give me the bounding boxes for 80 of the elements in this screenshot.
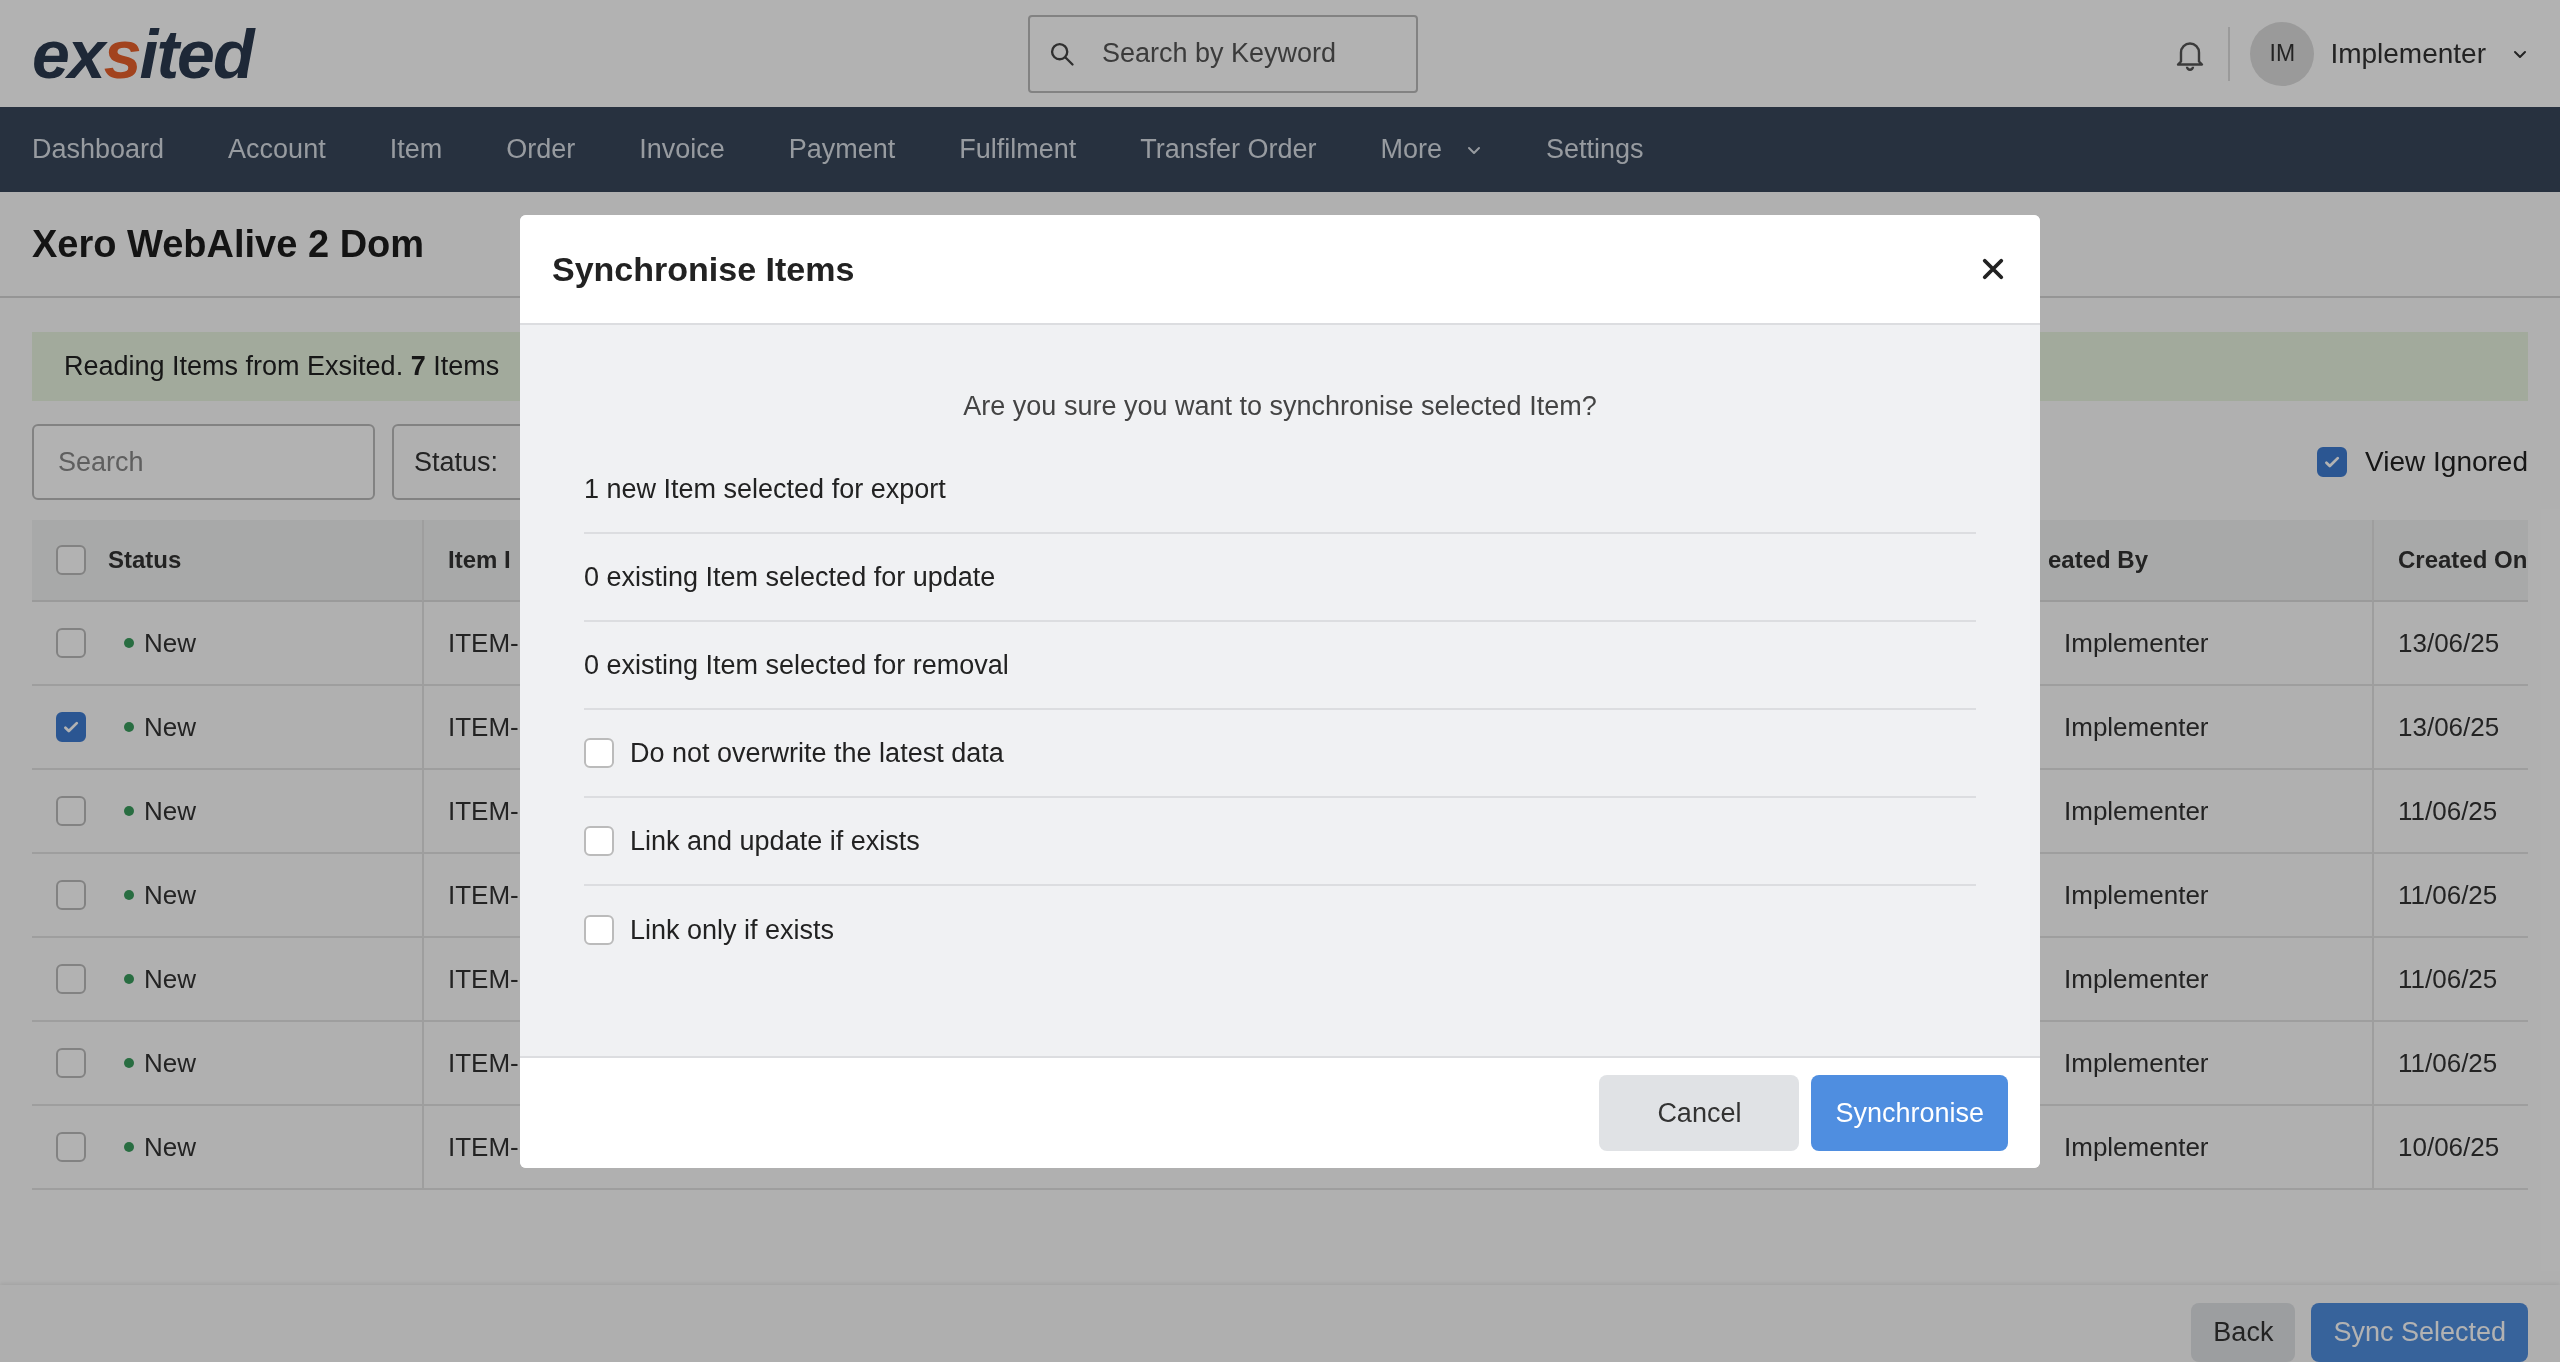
- status-text: New: [144, 627, 196, 659]
- synchronise-button[interactable]: Synchronise: [1811, 1075, 2008, 1151]
- column-header: Status: [108, 546, 182, 574]
- row-checkbox[interactable]: [56, 796, 86, 826]
- column-header: Created On: [2398, 546, 2528, 574]
- row-checkbox[interactable]: [56, 628, 86, 658]
- table-cell: 13/06/25: [2398, 711, 2500, 743]
- nav-item[interactable]: Dashboard: [32, 134, 165, 165]
- row-checkbox[interactable]: [56, 964, 86, 994]
- dialog-title: Synchronise Items: [552, 249, 855, 289]
- table-cell: ITEM-: [448, 795, 519, 827]
- nav-item[interactable]: Payment: [788, 134, 896, 165]
- option-label: Link only if exists: [630, 914, 835, 946]
- user-avatar: IM: [2250, 21, 2315, 86]
- table-cell: Implementer: [2064, 711, 2209, 743]
- nav-item[interactable]: Transfer Order: [1140, 134, 1317, 165]
- status-text: New: [144, 711, 196, 743]
- option-checkbox[interactable]: [584, 826, 614, 856]
- table-cell: Implementer: [2064, 963, 2209, 995]
- column-header: Item I: [448, 546, 511, 574]
- table-cell: Implementer: [2064, 1131, 2209, 1163]
- view-ignored-checkbox[interactable]: [2317, 447, 2348, 477]
- option-checkbox[interactable]: [584, 738, 614, 768]
- table-cell: 13/06/25: [2398, 627, 2500, 659]
- nav-item[interactable]: Fulfilment: [959, 134, 1077, 165]
- table-cell: Implementer: [2064, 879, 2209, 911]
- status-dot: [124, 1142, 134, 1152]
- table-cell: ITEM-: [448, 1131, 519, 1163]
- status-text: New: [144, 1047, 196, 1079]
- cancel-button[interactable]: Cancel: [1599, 1075, 1800, 1151]
- table-cell: ITEM-: [448, 963, 519, 995]
- table-cell: 11/06/25: [2398, 879, 2498, 911]
- table-cell: 11/06/25: [2398, 1047, 2498, 1079]
- option-label: Do not overwrite the latest data: [630, 737, 1004, 769]
- status-dot: [124, 722, 134, 732]
- option-label: Link and update if exists: [630, 825, 920, 857]
- nav-item[interactable]: Account: [228, 134, 326, 165]
- table-cell: Implementer: [2064, 627, 2209, 659]
- nav-item[interactable]: More: [1380, 134, 1482, 165]
- row-checkbox[interactable]: [56, 880, 86, 910]
- view-ignored-label: View Ignored: [2365, 446, 2528, 478]
- table-cell: ITEM-: [448, 627, 519, 659]
- table-cell: Implementer: [2064, 795, 2209, 827]
- table-cell: 11/06/25: [2398, 795, 2498, 827]
- user-menu[interactable]: IM Implementer: [2250, 21, 2528, 86]
- status-text: New: [144, 1131, 196, 1163]
- search-field[interactable]: Search by Keyword: [1028, 14, 1418, 93]
- select-all-checkbox[interactable]: [56, 545, 86, 575]
- row-checkbox[interactable]: [56, 1048, 86, 1078]
- sync-selected-button[interactable]: Sync Selected: [2311, 1303, 2528, 1362]
- exsited-logo: exsited: [32, 14, 256, 93]
- status-dot: [124, 638, 134, 648]
- nav-item[interactable]: Item: [389, 134, 443, 165]
- row-checkbox[interactable]: [56, 712, 86, 742]
- table-cell: ITEM-: [448, 1047, 519, 1079]
- table-cell: 10/06/25: [2398, 1131, 2500, 1163]
- page-title: Xero WebAlive 2 Dom: [32, 222, 425, 266]
- table-cell: ITEM-: [448, 879, 519, 911]
- status-dot: [124, 1058, 134, 1068]
- status-dot: [124, 806, 134, 816]
- status-text: New: [144, 963, 196, 995]
- option-checkbox[interactable]: [584, 915, 614, 945]
- nav-item[interactable]: Order: [506, 134, 576, 165]
- user-name: Implementer: [2330, 37, 2486, 70]
- table-cell: ITEM-: [448, 711, 519, 743]
- search-field[interactable]: Search: [32, 424, 375, 500]
- status-text: New: [144, 879, 196, 911]
- table-cell: 11/06/25: [2398, 963, 2498, 995]
- status-text: New: [144, 795, 196, 827]
- back-button[interactable]: Back: [2191, 1303, 2296, 1362]
- summary-text: 0 existing Item selected for removal: [584, 622, 1976, 710]
- summary-text: 0 existing Item selected for update: [584, 534, 1976, 622]
- nav-item[interactable]: Invoice: [639, 134, 725, 165]
- row-checkbox[interactable]: [56, 1132, 86, 1162]
- status-dot: [124, 890, 134, 900]
- nav-item[interactable]: Settings: [1545, 134, 1644, 165]
- status-dot: [124, 974, 134, 984]
- table-cell: Implementer: [2064, 1047, 2209, 1079]
- summary-text: 1 new Item selected for export: [584, 446, 1976, 534]
- column-header: eated By: [2048, 546, 2149, 574]
